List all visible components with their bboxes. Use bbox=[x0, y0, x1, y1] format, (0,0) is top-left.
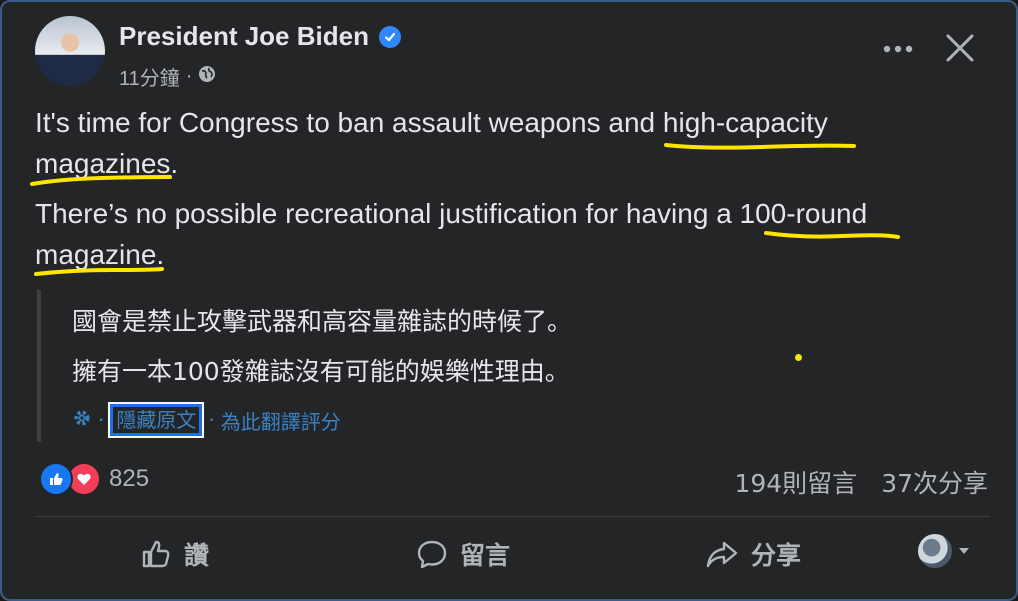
reaction-icons bbox=[39, 462, 101, 496]
like-label: 讚 bbox=[184, 541, 210, 570]
translation-line-1: 國會是禁止攻擊武器和高容量雜誌的時候了。 bbox=[72, 307, 573, 336]
rate-translation-link[interactable]: 為此翻譯評分 bbox=[221, 406, 341, 435]
like-reaction-icon bbox=[39, 462, 73, 496]
close-button[interactable] bbox=[940, 28, 980, 68]
comment-icon bbox=[417, 540, 447, 569]
yellow-annotation-dot bbox=[795, 354, 802, 361]
post-paragraph-2: There’s no possible recreational justifi… bbox=[35, 198, 868, 270]
engagement-counts: 194則留言 37次分享 bbox=[734, 464, 988, 500]
hide-original-button[interactable]: 隱藏原文 bbox=[108, 402, 205, 438]
translation-dot-2: · bbox=[208, 408, 215, 432]
post-card: President Joe Biden 11分鐘 · It's time for… bbox=[0, 0, 1018, 601]
globe-icon[interactable] bbox=[198, 65, 216, 89]
translation-block: 國會是禁止攻擊武器和高容量雜誌的時候了。 擁有一本100發雜誌沒有可能的娛樂性理… bbox=[37, 290, 741, 442]
post-time[interactable]: 11分鐘 bbox=[119, 62, 180, 91]
reaction-summary[interactable]: 825 bbox=[39, 462, 149, 496]
profile-avatar bbox=[918, 534, 952, 568]
more-options-button[interactable] bbox=[880, 32, 916, 62]
author-header: President Joe Biden bbox=[119, 21, 401, 52]
caret-down-icon bbox=[959, 548, 969, 554]
translation-line-2: 擁有一本100發雜誌沒有可能的娛樂性理由。 bbox=[72, 357, 570, 386]
meta-separator: · bbox=[185, 65, 193, 87]
comment-label: 留言 bbox=[460, 541, 511, 570]
divider bbox=[35, 516, 990, 517]
more-icon bbox=[883, 45, 913, 53]
comment-button[interactable]: 留言 bbox=[416, 532, 510, 576]
translation-dot: · bbox=[98, 408, 105, 432]
author-name[interactable]: President Joe Biden bbox=[119, 21, 369, 52]
post-paragraph-1: It's time for Congress to ban assault we… bbox=[35, 107, 828, 179]
share-icon bbox=[706, 541, 738, 568]
reaction-profile-selector[interactable] bbox=[918, 534, 970, 568]
author-avatar[interactable] bbox=[35, 16, 105, 86]
close-icon bbox=[946, 34, 974, 62]
like-button[interactable]: 讚 bbox=[140, 532, 209, 576]
share-button[interactable]: 分享 bbox=[705, 532, 801, 576]
gear-icon bbox=[72, 408, 92, 433]
post-meta: 11分鐘 · bbox=[119, 62, 216, 91]
share-count[interactable]: 37次分享 bbox=[881, 464, 988, 500]
reaction-count[interactable]: 825 bbox=[109, 465, 149, 493]
post-body: It's time for Congress to ban assault we… bbox=[35, 102, 965, 284]
thumb-up-icon bbox=[142, 540, 170, 568]
comment-count[interactable]: 194則留言 bbox=[734, 464, 857, 500]
verified-badge-icon bbox=[378, 25, 401, 48]
translation-actions: · 隱藏原文 · 為此翻譯評分 bbox=[72, 402, 341, 438]
share-label: 分享 bbox=[751, 541, 802, 570]
